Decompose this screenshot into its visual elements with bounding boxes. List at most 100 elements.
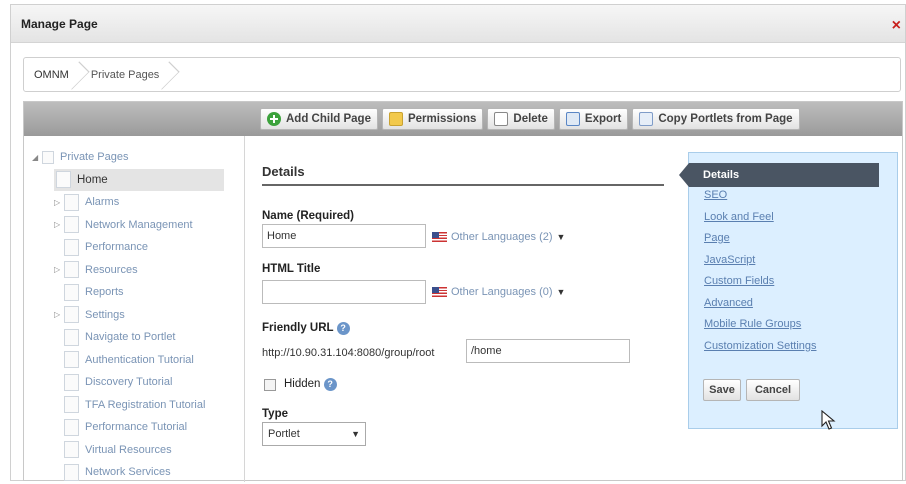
friendly-url-input[interactable]	[466, 339, 630, 363]
type-label: Type	[262, 408, 288, 420]
page-icon	[64, 216, 79, 234]
details-heading: Details	[262, 164, 305, 179]
nav-links: SEO Look and Feel Page JavaScript Custom…	[704, 189, 817, 361]
nav-link-customization-settings[interactable]: Customization Settings	[704, 340, 817, 362]
nav-item-details[interactable]: Details	[679, 163, 879, 187]
page-settings-nav: Details SEO Look and Feel Page JavaScrip…	[679, 152, 898, 429]
add-child-page-button[interactable]: Add Child Page	[260, 108, 378, 130]
page-toolbar: Add Child Page Permissions Delete Export…	[24, 102, 902, 136]
nav-link-mobile-rule-groups[interactable]: Mobile Rule Groups	[704, 318, 817, 340]
mouse-cursor-icon	[821, 410, 836, 430]
dropdown-arrow-icon: ▼	[556, 287, 566, 297]
breadcrumb-separator-icon	[163, 58, 177, 91]
nav-link-page[interactable]: Page	[704, 232, 817, 254]
pages-icon	[42, 150, 54, 164]
delete-button[interactable]: Delete	[487, 108, 555, 130]
tree-item-network-services[interactable]: Network Services	[32, 461, 244, 484]
details-divider	[262, 184, 664, 186]
add-child-page-label: Add Child Page	[286, 113, 371, 125]
nav-link-seo[interactable]: SEO	[704, 189, 817, 211]
tree-item-performance-tutorial[interactable]: Performance Tutorial	[32, 416, 244, 439]
name-label: Name (Required)	[262, 210, 355, 222]
page-icon	[64, 396, 79, 414]
tree-item-performance[interactable]: Performance	[32, 236, 244, 259]
friendly-url-label: Friendly URL ?	[262, 322, 350, 335]
expand-icon[interactable]: ▷	[54, 198, 64, 207]
html-title-languages-label: Other Languages (0)	[451, 286, 553, 298]
tree-item-label: TFA Registration Tutorial	[85, 398, 206, 411]
breadcrumb-current[interactable]: Private Pages	[91, 69, 159, 81]
us-flag-icon	[432, 232, 447, 242]
page-icon	[64, 238, 79, 256]
tree-item-label: Network Management	[85, 218, 193, 231]
tree-item-alarms[interactable]: ▷ Alarms	[32, 191, 244, 214]
page-icon	[64, 418, 79, 436]
details-form: Details Name (Required) Other Languages …	[254, 136, 664, 482]
tree-item-settings[interactable]: ▷ Settings	[32, 304, 244, 327]
dropdown-arrow-icon: ▼	[556, 232, 566, 242]
name-other-languages[interactable]: Other Languages (2) ▼	[432, 231, 565, 243]
nav-link-custom-fields[interactable]: Custom Fields	[704, 275, 817, 297]
tree-item-resources[interactable]: ▷ Resources	[32, 259, 244, 282]
hidden-checkbox[interactable]	[264, 379, 276, 391]
tree-item-discovery-tutorial[interactable]: Discovery Tutorial	[32, 371, 244, 394]
help-icon[interactable]: ?	[336, 322, 350, 335]
type-select[interactable]: Portlet ▼	[262, 422, 366, 446]
expand-icon[interactable]: ▷	[54, 220, 64, 229]
export-button[interactable]: Export	[558, 108, 629, 130]
name-input[interactable]	[262, 224, 426, 248]
collapse-icon[interactable]: ◢	[32, 153, 42, 162]
close-icon[interactable]: ×	[892, 18, 901, 34]
copy-icon	[639, 112, 654, 126]
tree-item-tfa-registration-tutorial[interactable]: TFA Registration Tutorial	[32, 394, 244, 417]
page-icon	[64, 373, 79, 391]
tree-item-label: Reports	[85, 286, 124, 299]
delete-label: Delete	[513, 113, 548, 125]
permissions-button[interactable]: Permissions	[381, 108, 484, 130]
tree-item-label: Performance	[85, 241, 148, 254]
tree-item-label: Navigate to Portlet	[85, 331, 176, 344]
page-icon	[64, 328, 79, 346]
export-label: Export	[584, 113, 622, 125]
tree-item-authentication-tutorial[interactable]: Authentication Tutorial	[32, 349, 244, 372]
page-icon	[56, 171, 71, 189]
tree-root[interactable]: ◢ Private Pages	[32, 146, 244, 169]
page-icon	[64, 193, 79, 211]
tree-item-label: Settings	[85, 308, 125, 321]
cancel-button[interactable]: Cancel	[746, 379, 800, 401]
save-button[interactable]: Save	[703, 379, 741, 401]
tree-item-label: Resources	[85, 263, 138, 276]
tree-item-virtual-resources[interactable]: Virtual Resources	[32, 439, 244, 462]
tree-item-navigate-to-portlet[interactable]: Navigate to Portlet	[32, 326, 244, 349]
tree-root-label: Private Pages	[60, 151, 129, 164]
html-title-other-languages[interactable]: Other Languages (0) ▼	[432, 286, 565, 298]
nav-link-javascript[interactable]: JavaScript	[704, 254, 817, 276]
expand-icon[interactable]: ▷	[54, 265, 64, 274]
us-flag-icon	[432, 287, 447, 297]
html-title-input[interactable]	[262, 280, 426, 304]
tree-item-reports[interactable]: Reports	[32, 281, 244, 304]
dialog-title: Manage Page	[21, 16, 98, 31]
tree-item-label: Authentication Tutorial	[85, 353, 194, 366]
add-icon	[267, 112, 281, 126]
page-icon	[64, 261, 79, 279]
expand-icon[interactable]: ▷	[54, 310, 64, 319]
page-icon	[64, 441, 79, 459]
page-tree: ◢ Private Pages Home ▷ Alarms ▷ Network …	[24, 136, 245, 482]
tree-item-label: Performance Tutorial	[85, 421, 188, 434]
breadcrumb: OMNM Private Pages	[23, 57, 901, 92]
name-languages-label: Other Languages (2)	[451, 231, 553, 243]
nav-link-advanced[interactable]: Advanced	[704, 297, 817, 319]
tree-item-network-management[interactable]: ▷ Network Management	[32, 214, 244, 237]
help-icon[interactable]: ?	[323, 378, 337, 391]
copy-portlets-button[interactable]: Copy Portlets from Page	[632, 108, 800, 130]
nav-link-look-and-feel[interactable]: Look and Feel	[704, 211, 817, 233]
dialog-titlebar: Manage Page ×	[11, 5, 905, 43]
manage-page-panel: Add Child Page Permissions Delete Export…	[23, 101, 903, 482]
trash-icon	[494, 112, 509, 126]
page-icon	[64, 463, 79, 481]
tree-item-home[interactable]: Home	[54, 168, 224, 191]
key-icon	[388, 112, 403, 126]
copy-portlets-label: Copy Portlets from Page	[658, 113, 793, 125]
breadcrumb-separator-icon	[73, 58, 87, 91]
